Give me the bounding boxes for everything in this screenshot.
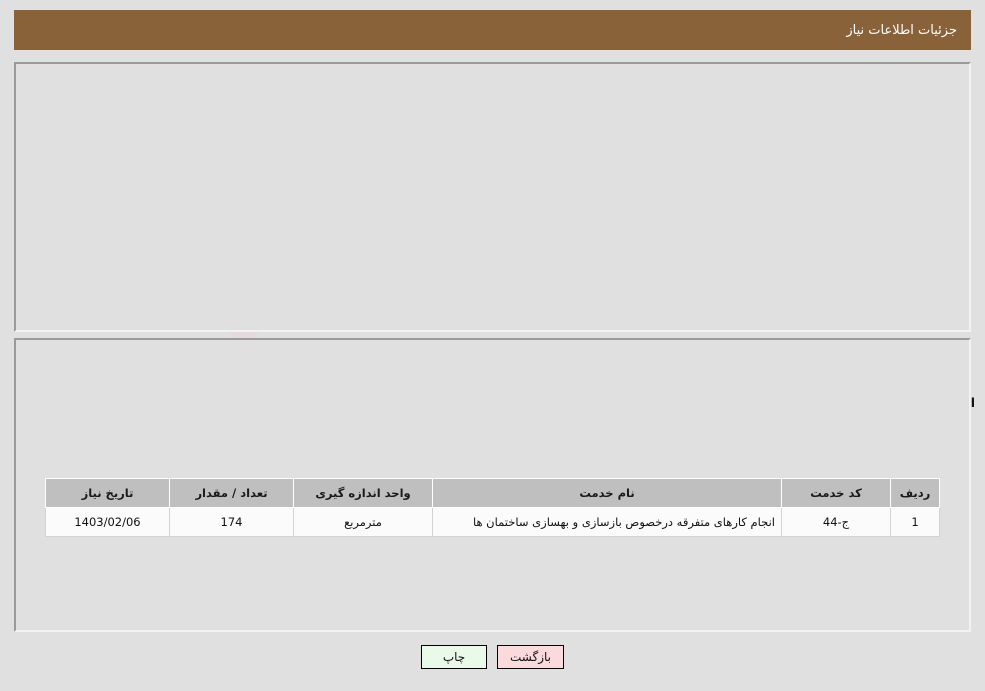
- col-row-no: ردیف: [890, 478, 940, 508]
- col-service-code: کد خدمت: [781, 478, 891, 508]
- cell-quantity: 174: [169, 507, 294, 537]
- col-service-name: نام خدمت: [432, 478, 782, 508]
- table-header-row: ردیف کد خدمت نام خدمت واحد اندازه گیری ت…: [45, 478, 940, 508]
- table-row[interactable]: 1 ج-44 انجام کارهای متفرقه درخصوص بازساز…: [45, 507, 940, 537]
- col-unit: واحد اندازه گیری: [293, 478, 433, 508]
- cell-need-date: 1403/02/06: [45, 507, 170, 537]
- back-button[interactable]: بازگشت: [497, 645, 564, 669]
- cell-service-code: ج-44: [781, 507, 891, 537]
- page-title-bar: جزئیات اطلاعات نیاز: [14, 10, 971, 50]
- col-need-date: تاریخ نیاز: [45, 478, 170, 508]
- print-button[interactable]: چاپ: [421, 645, 487, 669]
- cell-unit: مترمربع: [293, 507, 433, 537]
- services-table: ردیف کد خدمت نام خدمت واحد اندازه گیری ت…: [45, 478, 940, 537]
- col-quantity: تعداد / مقدار: [169, 478, 294, 508]
- need-info-panel: [14, 62, 971, 332]
- page-title: جزئیات اطلاعات نیاز: [846, 22, 957, 38]
- cell-service-name: انجام کارهای متفرقه درخصوص بازسازی و بهس…: [432, 507, 782, 537]
- action-button-bar: بازگشت چاپ: [0, 645, 985, 669]
- cell-row-no: 1: [890, 507, 940, 537]
